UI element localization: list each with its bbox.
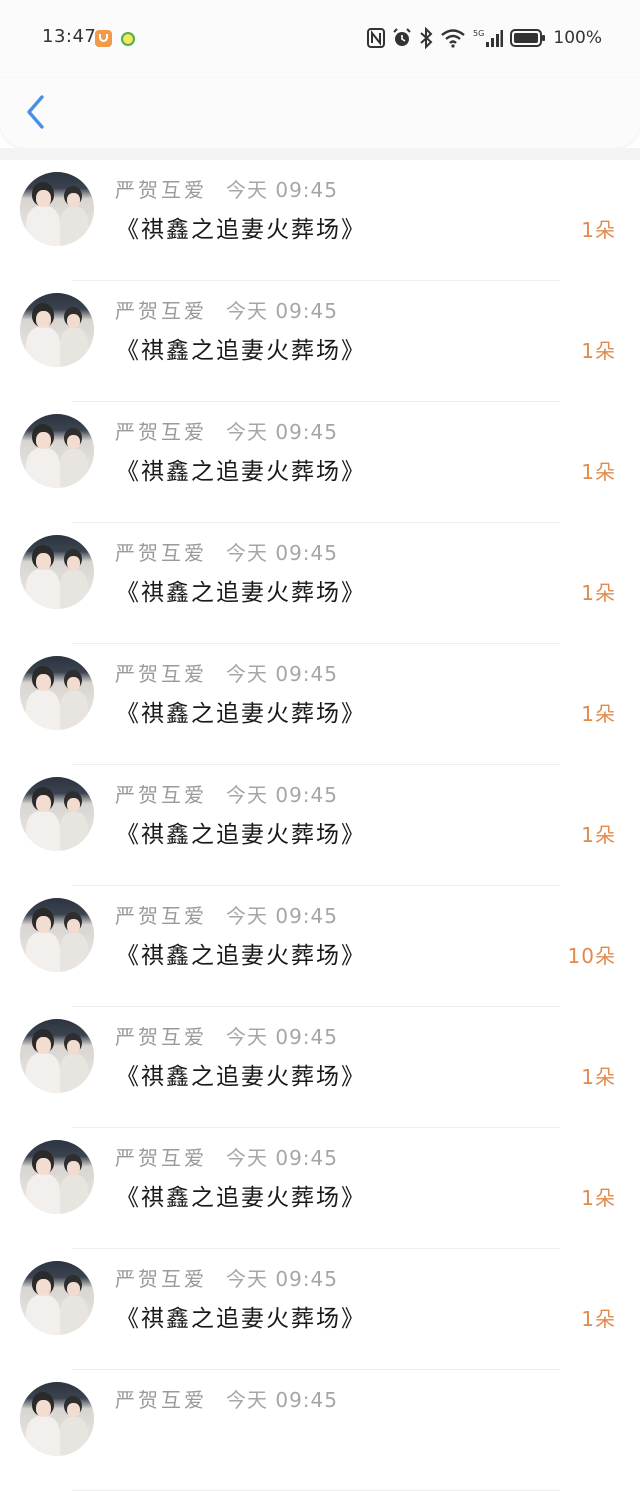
app-notification-icon-2 [121, 32, 135, 46]
avatar[interactable] [20, 656, 94, 730]
avatar[interactable] [20, 1140, 94, 1214]
list-item[interactable]: 严贺互爱 今天 09:45 《祺鑫之追妻火葬场》 1朵 [0, 281, 640, 402]
timestamp: 今天 09:45 [226, 1146, 338, 1170]
avatar[interactable] [20, 1019, 94, 1093]
list-item[interactable]: 严贺互爱 今天 09:45 《祺鑫之追妻火葬场》 1朵 [0, 1249, 640, 1370]
flower-count: 1朵 [581, 581, 616, 605]
username: 严贺互爱 [115, 783, 207, 807]
app-notification-icon [95, 30, 112, 47]
flower-count: 10朵 [567, 944, 616, 968]
book-title: 《祺鑫之追妻火葬场》 [116, 701, 366, 727]
flower-count: 1朵 [581, 1307, 616, 1331]
username: 严贺互爱 [115, 1267, 207, 1291]
book-title: 《祺鑫之追妻火葬场》 [116, 338, 366, 364]
flower-count: 1朵 [581, 823, 616, 847]
chevron-left-icon [27, 95, 44, 129]
flower-count: 1朵 [581, 218, 616, 242]
timestamp: 今天 09:45 [226, 1025, 338, 1049]
list-item[interactable]: 严贺互爱 今天 09:45 《祺鑫之追妻火葬场》 1朵 [0, 1128, 640, 1249]
book-title: 《祺鑫之追妻火葬场》 [116, 822, 366, 848]
book-title: 《祺鑫之追妻火葬场》 [116, 580, 366, 606]
avatar[interactable] [20, 293, 94, 367]
username: 严贺互爱 [115, 178, 207, 202]
book-title: 《祺鑫之追妻火葬场》 [116, 1306, 366, 1332]
book-title: 《祺鑫之追妻火葬场》 [116, 1064, 366, 1090]
book-title: 《祺鑫之追妻火葬场》 [116, 217, 366, 243]
timestamp: 今天 09:45 [226, 1388, 338, 1412]
gift-list: 严贺互爱 今天 09:45 《祺鑫之追妻火葬场》 1朵 严贺互爱 今天 09:4… [0, 160, 640, 1491]
timestamp: 今天 09:45 [226, 299, 338, 323]
username: 严贺互爱 [115, 420, 207, 444]
bluetooth-icon [420, 27, 433, 49]
timestamp: 今天 09:45 [226, 904, 338, 928]
list-item[interactable]: 严贺互爱 今天 09:45 《祺鑫之追妻火葬场》 1朵 [0, 402, 640, 523]
flower-count: 1朵 [581, 702, 616, 726]
list-item[interactable]: 严贺互爱 今天 09:45 《祺鑫之追妻火葬场》 1朵 [0, 1007, 640, 1128]
status-icons: 5G 100% [367, 26, 602, 50]
book-title: 《祺鑫之追妻火葬场》 [116, 1185, 366, 1211]
list-item[interactable]: 严贺互爱 今天 09:45 《祺鑫之追妻火葬场》 1朵 [0, 160, 640, 281]
book-title: 《祺鑫之追妻火葬场》 [116, 459, 366, 485]
timestamp: 今天 09:45 [226, 662, 338, 686]
username: 严贺互爱 [115, 1025, 207, 1049]
timestamp: 今天 09:45 [226, 541, 338, 565]
avatar[interactable] [20, 777, 94, 851]
timestamp: 今天 09:45 [226, 1267, 338, 1291]
username: 严贺互爱 [115, 662, 207, 686]
back-button[interactable] [20, 92, 60, 132]
top-nav-bar [0, 78, 640, 148]
battery-icon [510, 29, 546, 47]
flower-count: 1朵 [581, 1065, 616, 1089]
nfc-icon [367, 28, 386, 48]
avatar[interactable] [20, 898, 94, 972]
timestamp: 今天 09:45 [226, 783, 338, 807]
avatar[interactable] [20, 172, 94, 246]
timestamp: 今天 09:45 [226, 420, 338, 444]
list-item[interactable]: 严贺互爱 今天 09:45 《祺鑫之追妻火葬场》 1朵 [0, 523, 640, 644]
list-item[interactable]: 严贺互爱 今天 09:45 [0, 1370, 640, 1491]
username: 严贺互爱 [115, 541, 207, 565]
avatar[interactable] [20, 1382, 94, 1456]
timestamp: 今天 09:45 [226, 178, 338, 202]
avatar[interactable] [20, 414, 94, 488]
username: 严贺互爱 [115, 1388, 207, 1412]
avatar[interactable] [20, 535, 94, 609]
status-time: 13:47 [42, 26, 97, 47]
username: 严贺互爱 [115, 299, 207, 323]
separator [0, 148, 640, 160]
list-item[interactable]: 严贺互爱 今天 09:45 《祺鑫之追妻火葬场》 1朵 [0, 765, 640, 886]
list-item[interactable]: 严贺互爱 今天 09:45 《祺鑫之追妻火葬场》 10朵 [0, 886, 640, 1007]
username: 严贺互爱 [115, 1146, 207, 1170]
flower-count: 1朵 [581, 339, 616, 363]
avatar[interactable] [20, 1261, 94, 1335]
status-bar: 13:47 5G 100% [0, 0, 640, 78]
flower-count: 1朵 [581, 1186, 616, 1210]
list-item[interactable]: 严贺互爱 今天 09:45 《祺鑫之追妻火葬场》 1朵 [0, 644, 640, 765]
svg-text:5G: 5G [473, 29, 484, 38]
alarm-icon [393, 28, 412, 46]
battery-percent: 100% [553, 28, 602, 48]
wifi-icon [441, 29, 466, 48]
flower-count: 1朵 [581, 460, 616, 484]
signal-icon: 5G [473, 29, 504, 47]
book-title: 《祺鑫之追妻火葬场》 [116, 943, 366, 969]
username: 严贺互爱 [115, 904, 207, 928]
